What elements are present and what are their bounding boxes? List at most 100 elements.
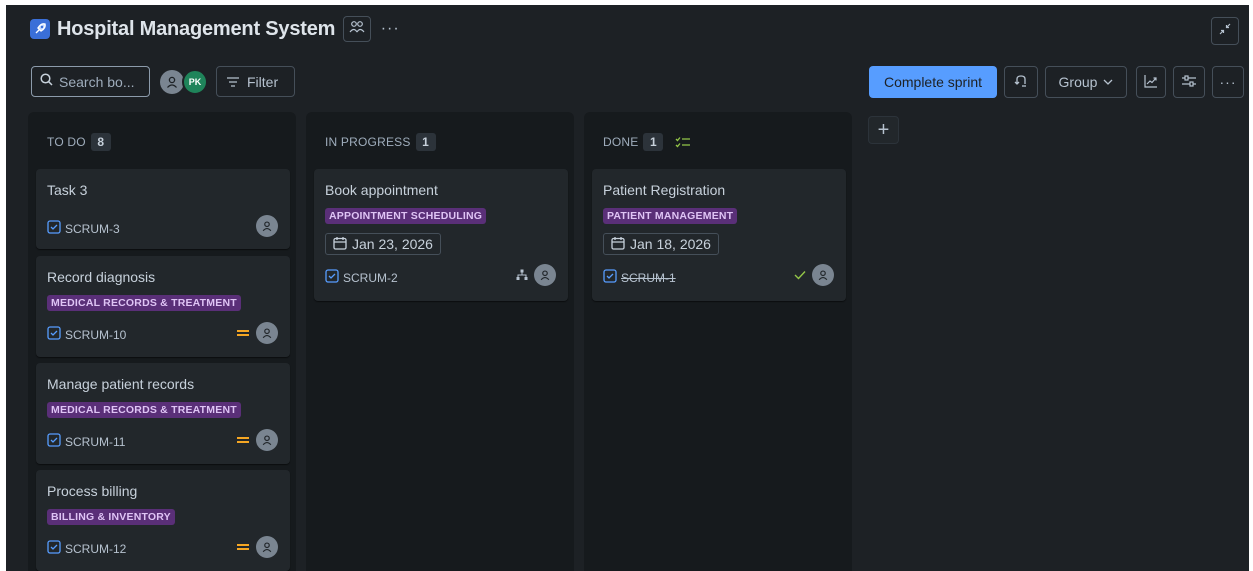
- issue-key[interactable]: SCRUM-10: [47, 326, 126, 343]
- issue-card-scrum-11[interactable]: Manage patient records MEDICAL RECORDS &…: [36, 363, 290, 464]
- issue-card-scrum-2[interactable]: Book appointment APPOINTMENT SCHEDULING …: [314, 169, 568, 301]
- child-issues-icon[interactable]: [516, 269, 528, 281]
- task-checkbox-icon: [47, 220, 61, 237]
- avatar-group: PK: [160, 69, 208, 95]
- epic-label[interactable]: BILLING & INVENTORY: [47, 509, 175, 525]
- search-icon: [40, 72, 53, 91]
- card-title: Book appointment: [325, 182, 438, 198]
- checkmark-icon: [794, 270, 806, 280]
- issue-key-label: SCRUM-10: [65, 327, 127, 342]
- insights-button[interactable]: [1136, 66, 1166, 98]
- issue-key[interactable]: SCRUM-1: [603, 269, 676, 286]
- task-checkbox-icon: [47, 540, 61, 557]
- assignee-avatar[interactable]: [256, 536, 278, 558]
- card-title: Task 3: [47, 182, 88, 198]
- sliders-icon: [1181, 74, 1197, 91]
- title-area: Hospital Management System ···: [30, 16, 403, 42]
- card-meta: [236, 429, 278, 451]
- task-checkbox-icon: [47, 433, 61, 450]
- due-date-label: Jan 18, 2026: [630, 236, 711, 252]
- column-count: 8: [90, 133, 111, 151]
- epic-label[interactable]: APPOINTMENT SCHEDULING: [325, 208, 487, 224]
- column-title: IN PROGRESS: [325, 135, 411, 149]
- view-settings-button[interactable]: [1173, 66, 1205, 98]
- board-toolbar: PK Filter Complete sprint Group: [6, 65, 1249, 99]
- search-input[interactable]: [59, 73, 149, 90]
- due-date[interactable]: Jan 23, 2026: [325, 233, 441, 255]
- issue-key[interactable]: SCRUM-11: [47, 433, 125, 450]
- column-title: TO DO: [47, 135, 86, 149]
- column-header: DONE 1: [603, 133, 691, 151]
- issue-key-label: SCRUM-1: [621, 270, 676, 285]
- issue-card-scrum-3[interactable]: Task 3 SCRUM-3: [36, 169, 290, 249]
- chart-line-icon: [1144, 74, 1158, 91]
- issue-card-scrum-12[interactable]: Process billing BILLING & INVENTORY SCRU…: [36, 470, 290, 571]
- assignee-avatar[interactable]: [256, 215, 278, 237]
- calendar-icon: [333, 236, 347, 253]
- collapse-button[interactable]: [1211, 17, 1239, 45]
- priority-medium-icon: [236, 435, 250, 445]
- card-meta: [236, 322, 278, 344]
- column-header: IN PROGRESS 1: [325, 133, 436, 151]
- complete-sprint-button[interactable]: Complete sprint: [869, 66, 997, 98]
- people-icon: [349, 20, 365, 39]
- board-app: Hospital Management System ··· Search bo…: [6, 5, 1249, 571]
- page-title: Hospital Management System: [57, 17, 336, 40]
- issue-card-scrum-10[interactable]: Record diagnosis MEDICAL RECORDS & TREAT…: [36, 256, 290, 357]
- column-header: TO DO 8: [47, 133, 111, 151]
- board-header: Hospital Management System ···: [6, 5, 1249, 57]
- calendar-icon: [611, 236, 625, 253]
- filter-icon: [227, 74, 239, 90]
- team-button[interactable]: [343, 16, 372, 42]
- column-todo: TO DO 8 Task 3 SCRUM-3 Record diagnosis …: [28, 112, 296, 571]
- board-more-button[interactable]: ···: [1212, 66, 1244, 98]
- epic-label[interactable]: MEDICAL RECORDS & TREATMENT: [47, 295, 241, 311]
- priority-medium-icon: [236, 542, 250, 552]
- add-column-button[interactable]: +: [868, 116, 899, 144]
- issue-key-label: SCRUM-2: [343, 270, 398, 285]
- column-in-progress: IN PROGRESS 1 Book appointment APPOINTME…: [306, 112, 574, 571]
- search-box[interactable]: [31, 66, 150, 97]
- card-title: Process billing: [47, 483, 138, 499]
- card-meta: [236, 536, 278, 558]
- column-count: 1: [643, 133, 664, 151]
- sync-icon: [1014, 74, 1028, 91]
- issue-key[interactable]: SCRUM-12: [47, 540, 126, 557]
- issue-key[interactable]: SCRUM-3: [47, 220, 120, 237]
- collapse-icon: [1219, 22, 1231, 40]
- issue-key-label: SCRUM-3: [65, 221, 120, 236]
- project-more-button[interactable]: ···: [377, 16, 403, 42]
- epic-label[interactable]: MEDICAL RECORDS & TREATMENT: [47, 402, 241, 418]
- issue-key-label: SCRUM-11: [65, 434, 126, 449]
- sprint-sync-button[interactable]: [1004, 66, 1038, 98]
- avatar-unassigned[interactable]: [160, 70, 184, 94]
- issue-card-scrum-1[interactable]: Patient Registration PATIENT MANAGEMENT …: [592, 169, 846, 301]
- group-label: Group: [1058, 74, 1098, 90]
- priority-medium-icon: [236, 328, 250, 338]
- task-checkbox-icon: [603, 269, 617, 286]
- assignee-avatar[interactable]: [812, 264, 834, 286]
- column-count: 1: [415, 133, 436, 151]
- filter-label: Filter: [247, 73, 279, 90]
- avatar-pk[interactable]: PK: [182, 69, 208, 95]
- task-checkbox-icon: [47, 326, 61, 343]
- card-title: Patient Registration: [603, 182, 726, 198]
- card-meta: [794, 264, 834, 286]
- chevron-down-icon: [1103, 79, 1113, 85]
- card-title: Manage patient records: [47, 376, 195, 392]
- rocket-icon: [30, 19, 50, 39]
- column-title: DONE: [603, 135, 639, 149]
- group-dropdown[interactable]: Group: [1045, 66, 1127, 98]
- issue-key-label: SCRUM-12: [65, 541, 127, 556]
- task-checkbox-icon: [325, 269, 339, 286]
- assignee-avatar[interactable]: [534, 264, 556, 286]
- assignee-avatar[interactable]: [256, 322, 278, 344]
- card-meta: [256, 215, 278, 237]
- card-title: Record diagnosis: [47, 269, 156, 285]
- filter-button[interactable]: Filter: [216, 66, 295, 97]
- due-date-label: Jan 23, 2026: [352, 236, 433, 252]
- issue-key[interactable]: SCRUM-2: [325, 269, 398, 286]
- due-date[interactable]: Jan 18, 2026: [603, 233, 719, 255]
- epic-label[interactable]: PATIENT MANAGEMENT: [603, 208, 738, 224]
- assignee-avatar[interactable]: [256, 429, 278, 451]
